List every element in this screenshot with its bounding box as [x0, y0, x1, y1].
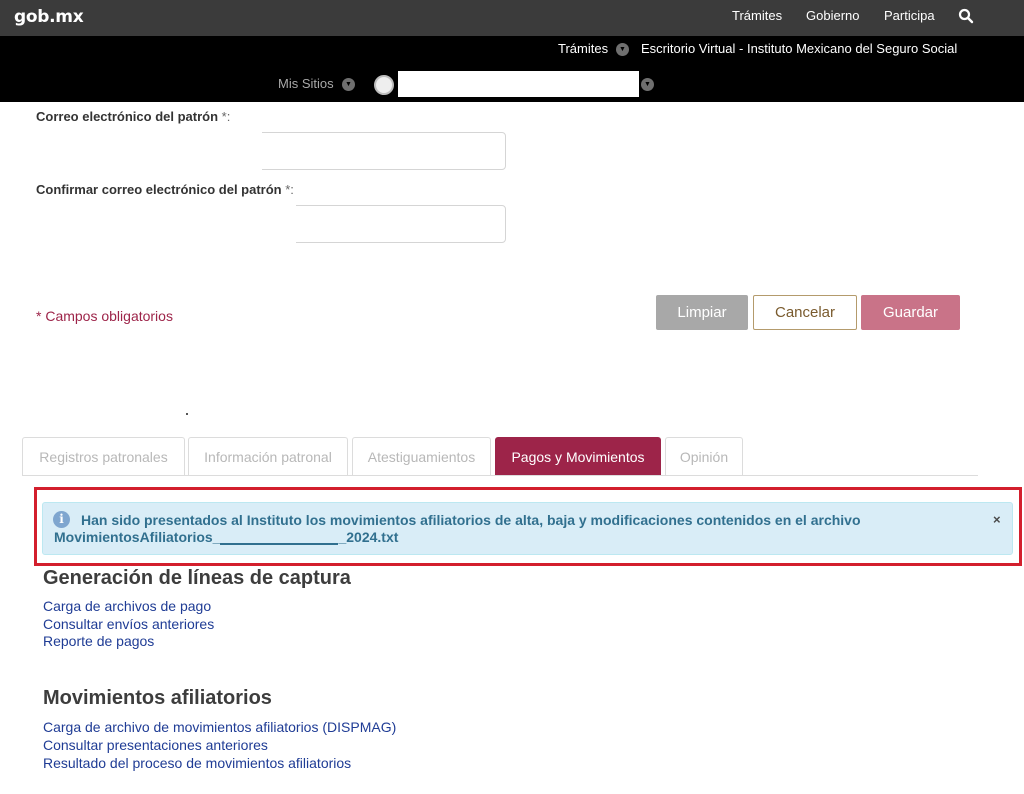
- mis-sitios-menu[interactable]: Mis Sitios: [278, 76, 334, 91]
- link-carga-dispmag[interactable]: Carga de archivo de movimientos afiliato…: [43, 719, 396, 735]
- nav-tramites[interactable]: Trámites: [732, 8, 782, 23]
- nav-gobierno[interactable]: Gobierno: [806, 8, 859, 23]
- confirm-email-field[interactable]: [36, 205, 506, 245]
- email-field[interactable]: [36, 132, 506, 172]
- avatar[interactable]: [374, 75, 394, 95]
- nav-participa[interactable]: Participa: [884, 8, 935, 23]
- divider-dot: [186, 413, 188, 415]
- tab-informacion-patronal[interactable]: Información patronal: [188, 437, 348, 475]
- link-carga-archivos-pago[interactable]: Carga de archivos de pago: [43, 598, 211, 614]
- alert-message: Han sido presentados al Instituto los mo…: [81, 512, 861, 528]
- captura-section-title: Generación de líneas de captura: [43, 567, 351, 589]
- redacted-filename-blank: [220, 543, 339, 545]
- chevron-down-icon[interactable]: ▼: [641, 78, 654, 91]
- movimientos-section-title: Movimientos afiliatorios: [43, 687, 272, 709]
- link-reporte-pagos[interactable]: Reporte de pagos: [43, 633, 154, 649]
- imss-sub-bar: Trámites ▼ Escritorio Virtual - Institut…: [0, 36, 1024, 102]
- chevron-down-icon[interactable]: ▼: [616, 43, 629, 56]
- tramites-menu[interactable]: Trámites: [558, 41, 608, 56]
- cancel-button[interactable]: Cancelar: [753, 295, 857, 330]
- gov-top-bar: gob.mx Trámites Gobierno Participa: [0, 0, 1024, 36]
- link-resultado-proceso[interactable]: Resultado del proceso de movimientos afi…: [43, 755, 351, 771]
- alert-filename: MovimientosAfiliatorios_ _2024.txt: [54, 529, 399, 545]
- save-button[interactable]: Guardar: [861, 295, 960, 330]
- info-alert: i Han sido presentados al Instituto los …: [42, 502, 1013, 555]
- gobmx-logo[interactable]: gob.mx: [14, 7, 84, 27]
- email-label: Correo electrónico del patrón *:: [36, 109, 231, 124]
- close-icon[interactable]: ×: [993, 512, 1001, 527]
- tab-registros-patronales[interactable]: Registros patronales: [22, 437, 185, 475]
- required-fields-note: * Campos obligatorios: [36, 308, 173, 324]
- info-icon: i: [53, 511, 70, 528]
- search-icon[interactable]: [958, 8, 974, 24]
- tab-opinion[interactable]: Opinión: [665, 437, 743, 475]
- user-name-redacted: [398, 71, 639, 97]
- link-consultar-envios[interactable]: Consultar envíos anteriores: [43, 616, 214, 632]
- chevron-down-icon[interactable]: ▼: [342, 78, 355, 91]
- escritorio-virtual-title[interactable]: Escritorio Virtual - Instituto Mexicano …: [641, 41, 957, 56]
- link-consultar-presentaciones[interactable]: Consultar presentaciones anteriores: [43, 737, 268, 753]
- tab-pagos-movimientos[interactable]: Pagos y Movimientos: [495, 437, 661, 475]
- clear-button[interactable]: Limpiar: [656, 295, 748, 330]
- confirm-email-label: Confirmar correo electrónico del patrón …: [36, 182, 294, 197]
- tab-atestiguamientos[interactable]: Atestiguamientos: [352, 437, 491, 475]
